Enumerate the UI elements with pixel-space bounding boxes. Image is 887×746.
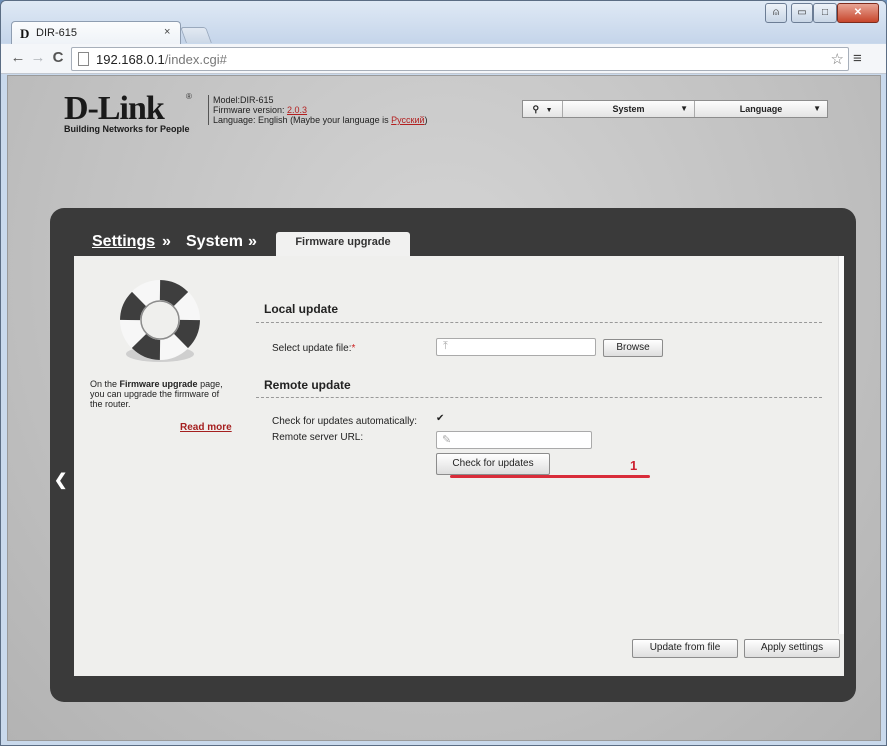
tab-firmware-upgrade[interactable]: Firmware upgrade <box>276 232 410 257</box>
pencil-icon: ✎ <box>442 434 452 446</box>
browse-button[interactable]: Browse <box>603 339 663 357</box>
panel-scrollbar[interactable] <box>838 256 844 634</box>
maximize-button[interactable]: □ <box>813 3 837 23</box>
reload-icon[interactable]: C <box>49 49 67 66</box>
help-bold: Firmware upgrade <box>119 379 198 389</box>
url-path: /index.cgi# <box>164 52 227 67</box>
local-update-divider <box>256 322 822 323</box>
content-panel: On the Firmware upgrade page, you can up… <box>74 256 844 676</box>
server-url-input[interactable]: ✎ <box>436 431 592 449</box>
tab-close-icon[interactable]: × <box>164 26 170 38</box>
auto-check-label: Check for updates automatically: <box>272 416 418 427</box>
firmware-line: Firmware version: 2.0.3 <box>213 105 428 115</box>
dlink-favicon-icon: D <box>20 26 30 41</box>
top-menu: ⚲ ▼ System ▼ Language ▼ <box>522 100 828 118</box>
update-file-input[interactable]: ⤒ <box>436 338 596 356</box>
browser-toolbar: ← → C 192.168.0.1/index.cgi# ☆ ≡ <box>1 44 886 74</box>
page-icon <box>78 52 89 66</box>
browser-menu-icon[interactable]: ≡ <box>853 50 862 67</box>
upload-icon: ⤒ <box>443 340 448 352</box>
minimize-button[interactable]: ▭ <box>791 3 813 23</box>
user-profile-icon[interactable]: ⍝ <box>765 3 787 23</box>
breadcrumb-system[interactable]: System <box>186 233 243 251</box>
system-chevron-down-icon: ▼ <box>680 104 688 113</box>
annotation-marker: 1 <box>630 458 638 473</box>
device-info: Model:DIR-615 Firmware version: 2.0.3 La… <box>208 95 428 125</box>
help-description: On the Firmware upgrade page, you can up… <box>90 379 230 409</box>
help-prefix: On the <box>90 379 120 389</box>
firmware-prefix: Firmware version: <box>213 105 288 115</box>
server-url-label: Remote server URL: <box>272 432 364 443</box>
system-menu[interactable]: System ▼ <box>563 101 695 117</box>
select-file-label-text: Select update file: <box>272 343 352 354</box>
new-tab-button[interactable] <box>180 27 212 43</box>
bulb-icon: ⚲ <box>532 104 540 114</box>
page-viewport: D-Link ® Building Networks for People Mo… <box>7 75 881 741</box>
notifications-dropdown[interactable]: ⚲ ▼ <box>523 101 563 117</box>
read-more-link[interactable]: Read more <box>180 422 232 433</box>
logo-tagline: Building Networks for People <box>64 124 190 134</box>
apply-settings-button[interactable]: Apply settings <box>744 639 840 658</box>
check-for-updates-button[interactable]: Check for updates <box>436 453 550 475</box>
language-menu[interactable]: Language ▼ <box>695 101 827 117</box>
update-from-file-button[interactable]: Update from file <box>632 639 738 658</box>
close-window-button[interactable]: ✕ <box>837 3 879 23</box>
bulb-dropdown-arrow-icon: ▼ <box>545 107 553 114</box>
language-prefix: Language: English (Maybe your language i… <box>213 115 392 125</box>
language-chevron-down-icon: ▼ <box>813 104 821 113</box>
language-russian-link[interactable]: Русский <box>391 115 424 125</box>
required-mark: * <box>351 343 356 354</box>
auto-check-checkbox[interactable]: ✔ <box>436 414 446 424</box>
tab-title: DIR-615 <box>36 27 77 39</box>
dlink-logo: D-Link ® Building Networks for People <box>64 90 192 135</box>
browser-tab[interactable]: D DIR-615 × <box>11 21 181 45</box>
logo-wordmark: D-Link <box>64 90 165 127</box>
title-bar: D DIR-615 × ⍝ ▭ □ ✕ <box>1 1 886 45</box>
address-bar[interactable]: 192.168.0.1/index.cgi# ☆ <box>71 47 849 71</box>
settings-frame: Settings » System » Firmware upgrade ❮ O… <box>50 208 856 702</box>
remote-update-divider <box>256 397 822 398</box>
breadcrumb-separator: » <box>162 233 171 250</box>
breadcrumb-settings[interactable]: Settings <box>92 233 155 251</box>
url-text[interactable]: 192.168.0.1/index.cgi# <box>96 52 227 67</box>
forward-arrow-icon[interactable]: → <box>29 49 47 66</box>
annotation-underline <box>450 475 650 478</box>
model-line: Model:DIR-615 <box>213 95 274 105</box>
url-host: 192.168.0.1 <box>96 52 165 67</box>
back-chevron-icon[interactable]: ❮ <box>54 470 67 490</box>
breadcrumb-separator: » <box>248 233 257 250</box>
system-menu-label: System <box>612 104 645 114</box>
language-line: Language: English (Maybe your language i… <box>213 115 428 125</box>
bookmark-star-icon[interactable]: ☆ <box>831 50 844 68</box>
remote-update-title: Remote update <box>264 378 351 392</box>
back-arrow-icon[interactable]: ← <box>9 49 27 66</box>
lifebuoy-icon <box>120 280 200 362</box>
language-suffix: ) <box>424 115 428 125</box>
firmware-version-link[interactable]: 2.0.3 <box>287 105 307 115</box>
local-update-title: Local update <box>264 302 339 316</box>
logo-registered-mark: ® <box>186 92 192 101</box>
language-menu-label: Language <box>739 104 783 114</box>
select-file-label: Select update file:* <box>272 343 355 354</box>
browser-window: D DIR-615 × ⍝ ▭ □ ✕ ← → C 192.168.0.1/in… <box>0 0 887 746</box>
